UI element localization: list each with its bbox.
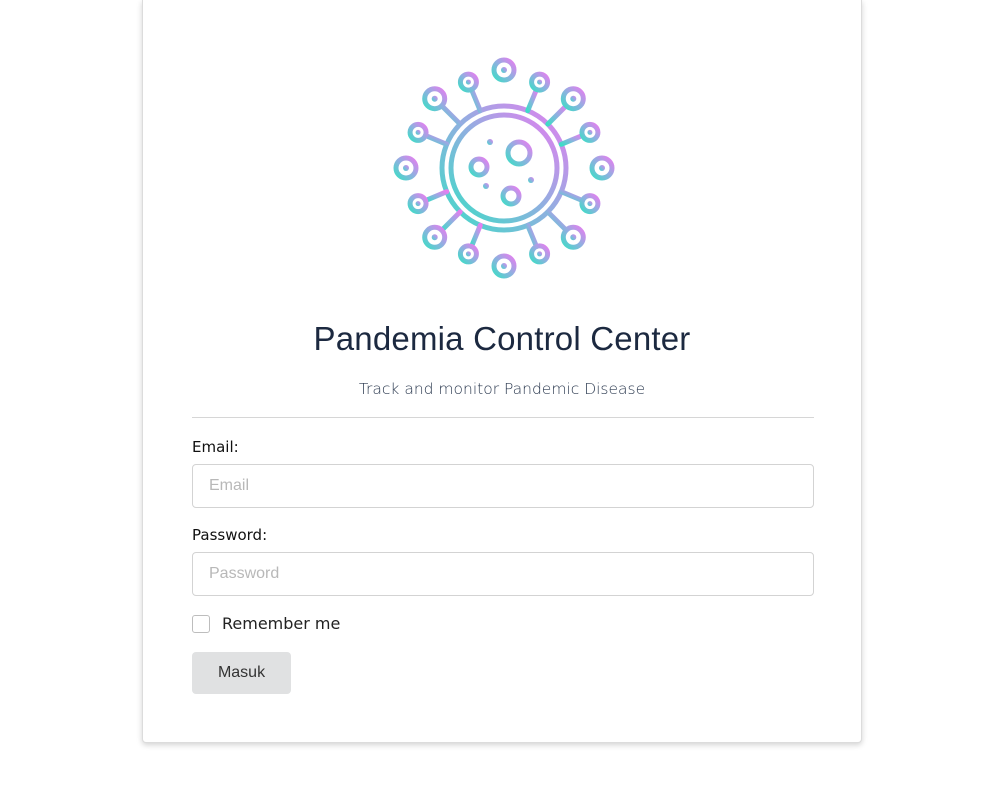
login-card: Pandemia Control Center Track and monito… — [142, 0, 862, 743]
password-label: Password: — [192, 526, 268, 544]
remember-me-checkbox[interactable] — [192, 614, 210, 633]
remember-me-row: Remember me — [192, 614, 340, 633]
remember-me-label[interactable]: Remember me — [222, 614, 340, 633]
password-field[interactable] — [192, 552, 814, 596]
email-label: Email: — [192, 438, 239, 456]
email-field[interactable] — [192, 464, 814, 508]
divider — [192, 417, 814, 418]
page-subtitle: Track and monitor Pandemic Disease — [358, 380, 646, 398]
page-title: Pandemia Control Center — [313, 320, 691, 357]
login-button[interactable]: Masuk — [192, 652, 291, 694]
virus-icon — [393, 57, 615, 279]
